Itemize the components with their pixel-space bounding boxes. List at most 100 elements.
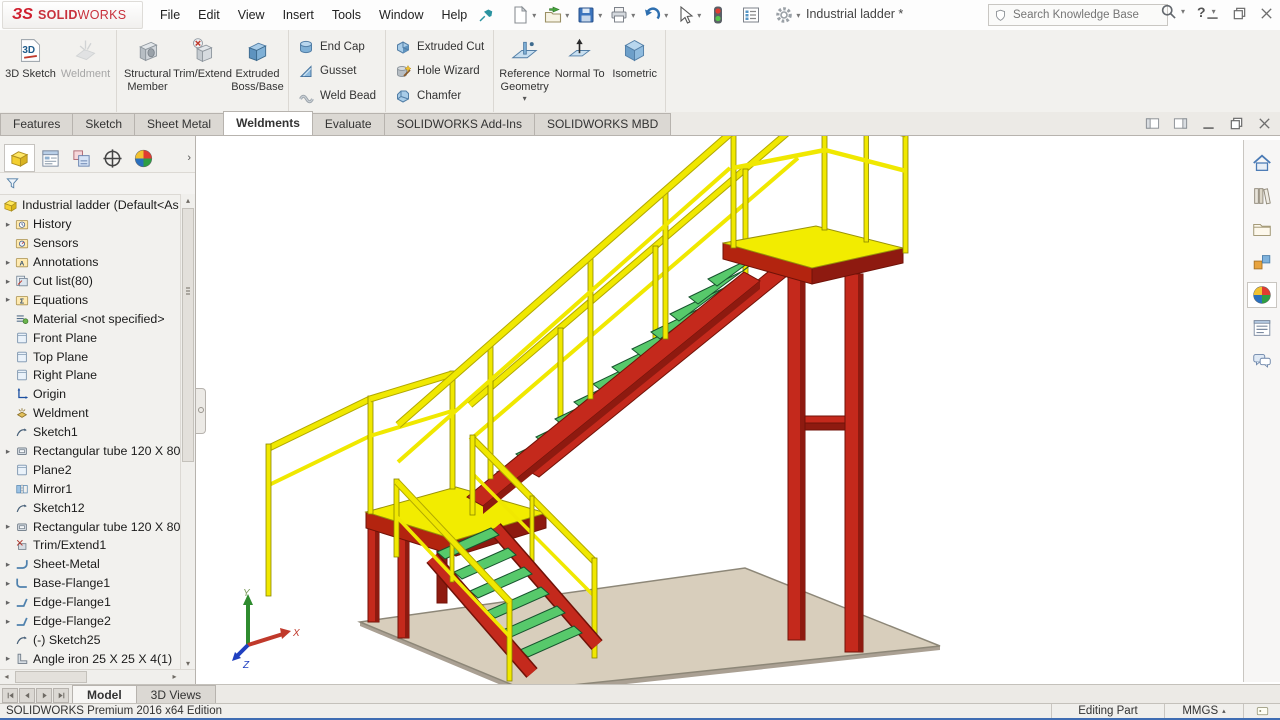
tree-item[interactable]: ▸ Sketch1 (0, 423, 181, 442)
weldment-button[interactable]: Weldment (58, 32, 113, 81)
doc-restore-button[interactable] (1229, 116, 1244, 131)
normal-to-button[interactable]: Normal To (552, 32, 607, 81)
3d-sketch-button[interactable]: 3D Sketch (3, 32, 58, 81)
tree-item[interactable]: ▸ Base-Flange1 (0, 574, 181, 593)
expander-icon[interactable]: ▸ (3, 219, 13, 230)
tree-vertical-scrollbar[interactable]: ▴ ▾ (180, 194, 195, 670)
last-tab-button[interactable] (53, 688, 69, 703)
trim-extend-button[interactable]: Trim/Extend (175, 32, 230, 81)
tree-item[interactable]: ▸ Material <not specified> (0, 309, 181, 328)
scrollbar-thumb[interactable] (15, 671, 87, 683)
search-caret-icon[interactable]: ▾ (1181, 7, 1185, 16)
tree-filter-bar[interactable] (0, 172, 195, 195)
tree-item[interactable]: ▸ Origin (0, 385, 181, 404)
previous-tab-button[interactable] (19, 688, 35, 703)
search-input[interactable] (1011, 8, 1162, 22)
menu-item[interactable]: Window (370, 1, 432, 29)
displaymanager-tab[interactable] (128, 144, 159, 172)
expander-icon[interactable]: ▸ (3, 446, 13, 457)
dropdown-caret-icon[interactable]: ▾ (565, 11, 569, 20)
platform-left-railing[interactable] (266, 399, 370, 596)
dropdown-caret-icon[interactable]: ▾ (796, 11, 800, 20)
tree-item[interactable]: ▸ Edge-Flange2 (0, 612, 181, 631)
dropdown-caret-icon[interactable]: ▾ (664, 11, 668, 20)
library-button[interactable] (1247, 183, 1277, 209)
tree-item[interactable]: ▸ Rectangular tube 120 X 80 X (0, 517, 181, 536)
expander-icon[interactable]: ▸ (3, 578, 13, 589)
minimize-button[interactable] (1205, 6, 1220, 21)
collapse-pane-left-icon[interactable] (1145, 116, 1160, 131)
command-manager-tab[interactable]: SOLIDWORKS MBD (534, 113, 671, 135)
dropdown-caret-icon[interactable]: ▾ (697, 11, 701, 20)
blocks-button[interactable] (1247, 249, 1277, 275)
gusset-button[interactable]: Gusset (298, 60, 356, 82)
tree-item[interactable]: ▸ Equations (0, 290, 181, 309)
menu-item[interactable]: View (229, 1, 274, 29)
options-button[interactable]: ▾ (739, 4, 769, 26)
chamfer-button[interactable]: Chamfer (395, 85, 461, 107)
close-button[interactable] (1259, 6, 1274, 21)
support-tower[interactable] (788, 264, 863, 652)
tree-item[interactable]: ▸ History (0, 215, 181, 234)
undo-button[interactable]: ▾ (640, 4, 670, 26)
dropdown-caret-icon[interactable]: ▾ (523, 94, 527, 103)
extruded-cut-button[interactable]: Extruded Cut (395, 36, 484, 58)
rebuild-button[interactable]: ▾ (706, 4, 736, 26)
open-button[interactable]: ▾ (541, 4, 571, 26)
tag-button[interactable] (1243, 704, 1280, 718)
dimxpertmanager-tab[interactable] (97, 144, 128, 172)
tree-item[interactable]: ▸ Cut list(80) (0, 272, 181, 291)
weld-bead-button[interactable]: Weld Bead (298, 85, 376, 107)
tree-item[interactable]: ▸ Plane2 (0, 460, 181, 479)
tree-item[interactable]: ▸ Sheet-Metal (0, 555, 181, 574)
expander-icon[interactable]: ▸ (3, 276, 13, 287)
search-box[interactable] (988, 4, 1168, 26)
command-manager-tab[interactable]: Sketch (72, 113, 135, 135)
end-cap-button[interactable]: End Cap (298, 36, 365, 58)
select-button[interactable]: ▾ (673, 4, 703, 26)
new-button[interactable]: ▾ (508, 4, 538, 26)
dropdown-caret-icon[interactable]: ▾ (532, 11, 536, 20)
doc-close-button[interactable] (1257, 116, 1272, 131)
extruded-boss-base-button[interactable]: Extruded Boss/Base (230, 32, 285, 93)
expander-icon[interactable]: ▸ (3, 559, 13, 570)
structural-member-button[interactable]: Structural Member (120, 32, 175, 93)
tree-item[interactable]: ▸ Sketch12 (0, 498, 181, 517)
configurationmanager-tab[interactable] (66, 144, 97, 172)
featuremanager-tab[interactable] (4, 144, 35, 172)
next-tab-button[interactable] (36, 688, 52, 703)
scrollbar-thumb[interactable] (182, 208, 194, 462)
tree-item[interactable]: ▸ Front Plane (0, 328, 181, 347)
command-manager-tab[interactable]: Sheet Metal (134, 113, 224, 135)
command-manager-tab[interactable]: SOLIDWORKS Add-Ins (384, 113, 535, 135)
command-manager-tab[interactable]: Evaluate (312, 113, 385, 135)
model-3d-view[interactable]: Y X Z (197, 136, 1280, 684)
forum-button[interactable] (1247, 348, 1277, 374)
settings-button[interactable]: ▾ (772, 4, 802, 26)
print-button[interactable]: ▾ (607, 4, 637, 26)
tree-item[interactable]: ▸ Rectangular tube 120 X 80 X (0, 442, 181, 461)
collapse-pane-right-icon[interactable] (1173, 116, 1188, 131)
doc-minimize-button[interactable] (1201, 116, 1216, 131)
expander-icon[interactable]: ▸ (3, 257, 13, 268)
tree-root-item[interactable]: Industrial ladder (Default<As Ma (0, 196, 181, 215)
panel-splitter-handle[interactable] (196, 388, 206, 434)
tree-item[interactable]: ▸ Trim/Extend1 (0, 536, 181, 555)
tree-item[interactable]: ▸ Top Plane (0, 347, 181, 366)
first-tab-button[interactable] (2, 688, 18, 703)
isometric-button[interactable]: Isometric (607, 32, 662, 81)
tree-horizontal-scrollbar[interactable]: ◂ ▸ (0, 669, 195, 684)
reference-geometry-button[interactable]: Reference Geometry ▾ (497, 32, 552, 103)
expander-icon[interactable]: ▸ (3, 521, 13, 532)
document-tab[interactable]: Model (72, 685, 137, 704)
graphics-viewport[interactable]: Y X Z (197, 136, 1280, 684)
search-icon[interactable] (1160, 3, 1177, 20)
tree-item[interactable]: ▸ Annotations (0, 253, 181, 272)
command-manager-tab[interactable]: Features (0, 113, 73, 135)
propertymanager-tab[interactable] (35, 144, 66, 172)
expander-icon[interactable]: ▸ (3, 653, 13, 664)
scroll-left-icon[interactable]: ◂ (0, 670, 13, 684)
expander-icon[interactable]: ▸ (3, 294, 13, 305)
menu-item[interactable]: Edit (189, 1, 229, 29)
properties-button[interactable] (1247, 315, 1277, 341)
